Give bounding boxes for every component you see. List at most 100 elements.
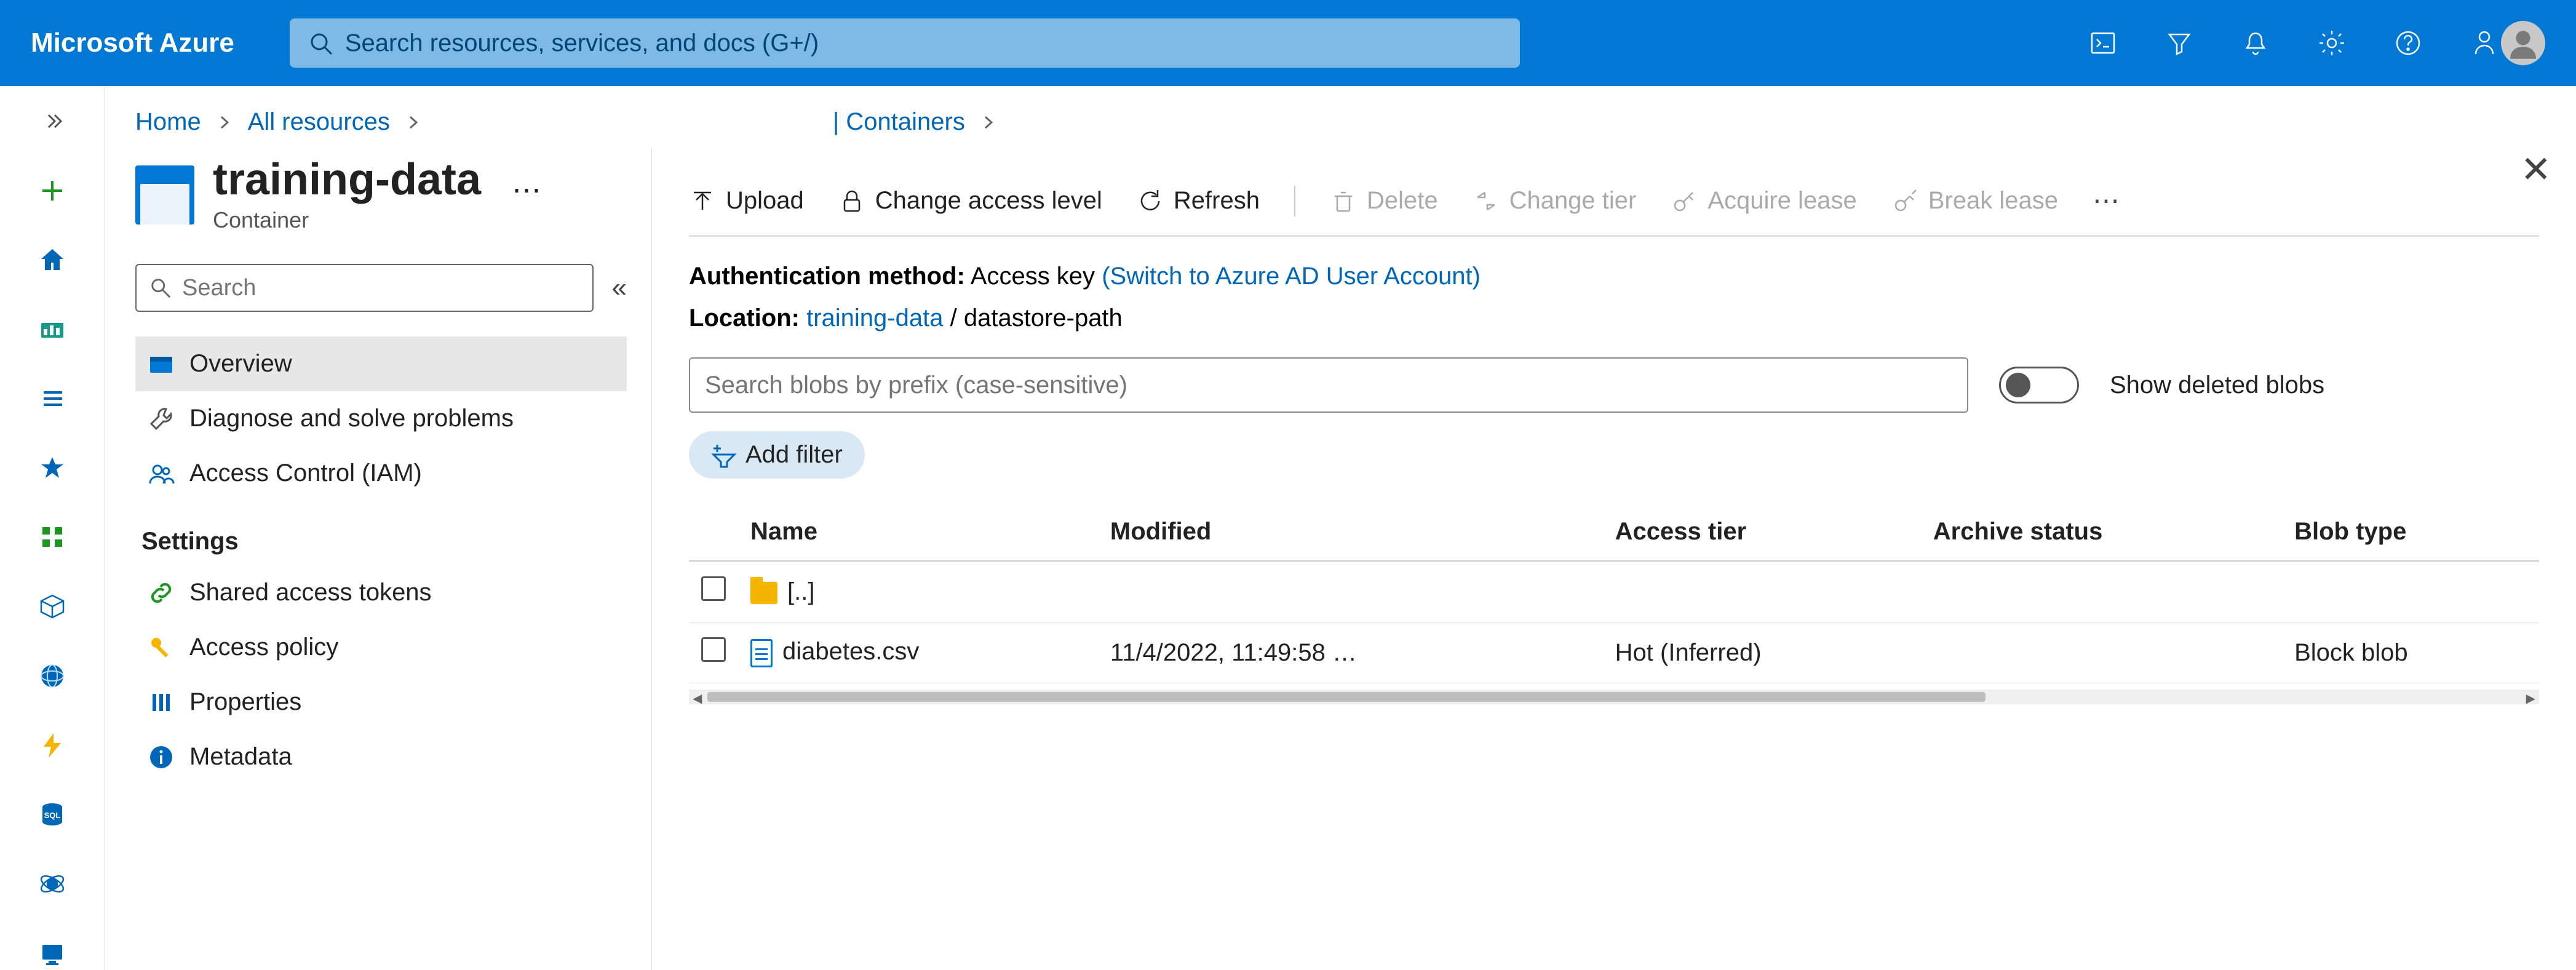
refresh-label: Refresh [1174, 187, 1260, 215]
breadcrumb-all-resources[interactable]: All resources [248, 108, 390, 136]
row-modified [1098, 561, 1603, 622]
notifications-icon[interactable] [2239, 26, 2272, 60]
main-panel: ✕ Upload Change access level Refresh [652, 148, 2576, 970]
nav-settings-header: Settings [135, 501, 627, 565]
brand-logo[interactable]: Microsoft Azure [31, 28, 234, 58]
add-filter-label: Add filter [745, 441, 843, 469]
left-rail: SQL [0, 86, 105, 970]
search-icon [308, 31, 333, 55]
show-deleted-toggle[interactable] [1999, 367, 2079, 404]
info-icon [148, 744, 175, 771]
change-access-label: Change access level [875, 187, 1102, 215]
breadcrumb-home[interactable]: Home [135, 108, 201, 136]
toolbar-more[interactable]: ⋯ [2093, 185, 2120, 217]
folder-icon [750, 582, 777, 604]
row-checkbox[interactable] [701, 637, 726, 662]
rail-dashboard-icon[interactable] [34, 312, 71, 346]
chevron-right-icon [216, 114, 233, 131]
global-search-input[interactable] [345, 30, 1501, 57]
nav-overview[interactable]: Overview [135, 336, 627, 391]
resource-menu-search-input[interactable] [182, 275, 580, 301]
resource-nav: training-data Container ⋯ « Overvie [105, 148, 652, 970]
table-row[interactable]: diabetes.csv 11/4/2022, 11:49:58 … Hot (… [689, 622, 2539, 683]
filter-icon[interactable] [2163, 26, 2196, 60]
col-modified[interactable]: Modified [1098, 503, 1603, 561]
nav-sas-label: Shared access tokens [189, 579, 432, 606]
location-sep: / [950, 304, 964, 332]
col-name[interactable]: Name [738, 503, 1098, 561]
wrench-icon [148, 405, 175, 432]
nav-diagnose-label: Diagnose and solve problems [189, 405, 514, 432]
key-icon [148, 634, 175, 661]
chevron-right-icon [405, 114, 422, 131]
top-icon-bar [2086, 26, 2501, 60]
nav-metadata-label: Metadata [189, 743, 292, 771]
col-blob-type[interactable]: Blob type [2282, 503, 2539, 561]
nav-properties[interactable]: Properties [135, 675, 627, 729]
nav-access-policy[interactable]: Access policy [135, 620, 627, 675]
cloud-shell-icon[interactable] [2086, 26, 2120, 60]
page-subtitle: Container [213, 207, 481, 233]
row-checkbox[interactable] [701, 576, 726, 601]
location-container-link[interactable]: training-data [806, 304, 943, 332]
auth-method-value: Access key [971, 263, 1095, 290]
resource-menu-search[interactable] [135, 264, 594, 312]
collapse-nav-icon[interactable]: « [612, 272, 627, 303]
breadcrumb-containers[interactable]: | Containers [833, 108, 965, 136]
nav-sas[interactable]: Shared access tokens [135, 565, 627, 620]
rail-expand-icon[interactable] [34, 105, 71, 138]
location-path: datastore-path [964, 304, 1123, 332]
nav-metadata[interactable]: Metadata [135, 729, 627, 784]
rail-list-icon[interactable] [34, 382, 71, 416]
blob-table: Name Modified Access tier Archive status… [689, 503, 2539, 683]
close-blade-button[interactable]: ✕ [2521, 148, 2551, 191]
rail-function-icon[interactable] [34, 728, 71, 762]
change-access-button[interactable]: Change access level [838, 187, 1102, 215]
col-access-tier[interactable]: Access tier [1603, 503, 1921, 561]
container-icon [135, 165, 194, 225]
acquire-lease-button: Acquire lease [1671, 187, 1856, 215]
add-filter-button[interactable]: Add filter [689, 431, 865, 479]
file-icon [750, 639, 773, 667]
nav-access-policy-label: Access policy [189, 634, 338, 661]
location-label: Location: [689, 304, 800, 332]
rail-allresources-icon[interactable] [34, 520, 71, 554]
upload-button[interactable]: Upload [689, 187, 804, 215]
nav-diagnose[interactable]: Diagnose and solve problems [135, 391, 627, 446]
page-actions-menu[interactable]: ⋯ [512, 173, 541, 207]
scrollbar-thumb[interactable] [707, 692, 1986, 702]
blob-prefix-search[interactable] [689, 357, 1968, 413]
row-blob-type: Block blob [2282, 622, 2539, 683]
page-title: training-data [213, 154, 481, 205]
upload-label: Upload [726, 187, 804, 215]
switch-auth-link[interactable]: (Switch to Azure AD User Account) [1102, 263, 1481, 290]
scroll-left-arrow[interactable]: ◀ [693, 691, 702, 706]
table-row[interactable]: [..] [689, 561, 2539, 622]
show-deleted-label: Show deleted blobs [2110, 372, 2324, 399]
col-archive-status[interactable]: Archive status [1921, 503, 2282, 561]
settings-icon[interactable] [2315, 26, 2348, 60]
account-avatar[interactable] [2501, 21, 2545, 65]
rail-sql-icon[interactable]: SQL [34, 798, 71, 832]
rail-favorites-icon[interactable] [34, 451, 71, 485]
help-icon[interactable] [2391, 26, 2425, 60]
rail-cosmos-icon[interactable] [34, 867, 71, 901]
rail-globe-icon[interactable] [34, 659, 71, 693]
delete-label: Delete [1367, 187, 1438, 215]
rail-home-icon[interactable] [34, 243, 71, 277]
toolbar: Upload Change access level Refresh Delet… [689, 161, 2539, 237]
rail-cube-icon[interactable] [34, 590, 71, 624]
global-search[interactable] [290, 18, 1520, 68]
rail-monitor-icon[interactable] [34, 936, 71, 970]
scroll-right-arrow[interactable]: ▶ [2526, 691, 2535, 706]
row-access-tier: Hot (Inferred) [1603, 622, 1921, 683]
row-name[interactable]: [..] [787, 578, 814, 605]
link-icon [148, 579, 175, 606]
rail-create-icon[interactable] [34, 174, 71, 208]
nav-iam[interactable]: Access Control (IAM) [135, 446, 627, 501]
change-tier-label: Change tier [1509, 187, 1637, 215]
row-name[interactable]: diabetes.csv [782, 638, 919, 665]
feedback-icon[interactable] [2468, 26, 2501, 60]
horizontal-scrollbar[interactable]: ◀ ▶ [689, 690, 2539, 704]
refresh-button[interactable]: Refresh [1137, 187, 1260, 215]
